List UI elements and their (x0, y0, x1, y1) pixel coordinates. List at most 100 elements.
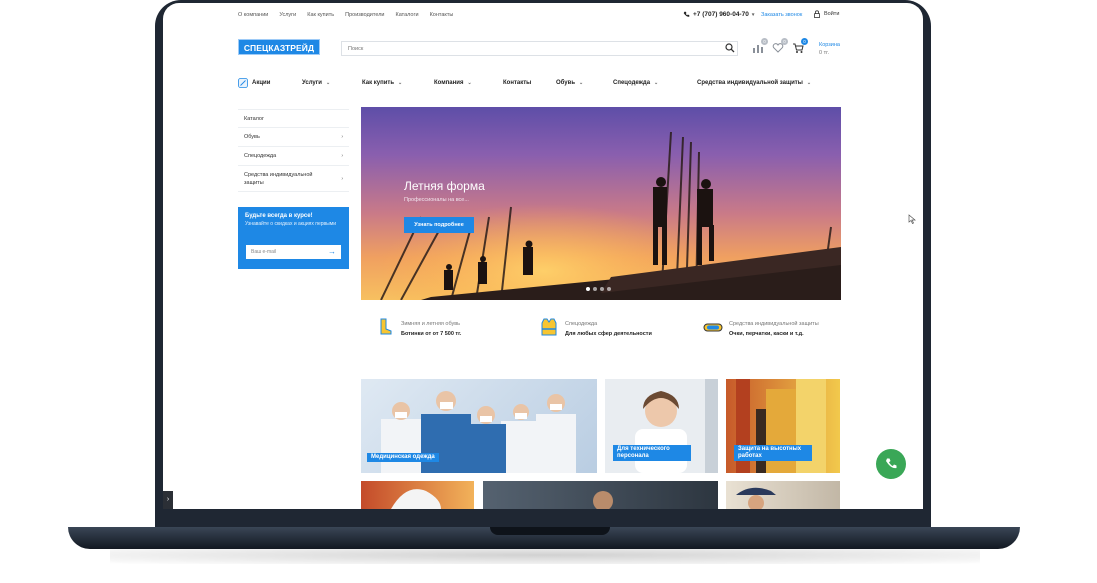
header: СПЕЦКАЗТРЕЙД 0 0 0 Корзина 0 тг. (163, 33, 923, 67)
feature-line1: Зимняя и летняя обувь (401, 321, 461, 327)
tile-label: Для технического персонала (613, 445, 691, 461)
features-row: Зимняя и летняя обувь Ботинки от от 7 50… (361, 315, 841, 345)
top-link-services[interactable]: Услуги (279, 12, 296, 18)
arrow-right-icon[interactable]: → (328, 245, 336, 259)
lock-icon (814, 10, 820, 18)
subscribe-title: Будьте всегда в курсе! (245, 213, 313, 219)
sidebar-item-catalog[interactable]: Каталог (238, 109, 349, 128)
email-field[interactable]: Ваш e-mail → (246, 245, 341, 259)
site-logo[interactable]: СПЕЦКАЗТРЕЙД (238, 39, 320, 55)
top-link-manufacturers[interactable]: Производители (345, 12, 384, 18)
nav-item-ppe[interactable]: Средства индивидуальной защиты ⌄ (697, 80, 811, 86)
feature-line2: Очки, перчатки, каски и т.д. (729, 331, 804, 337)
header-icons: 0 0 0 (752, 38, 808, 53)
cart-badge: 0 (801, 38, 808, 45)
callback-link[interactable]: Заказать звонок (761, 12, 802, 18)
category-tile-technical[interactable]: Для технического персонала (605, 379, 718, 473)
tile-label: Медицинская одежда (367, 453, 439, 462)
chevron-right-icon: › (341, 153, 343, 159)
nav-item-promotions[interactable]: Акции (238, 78, 302, 88)
main-nav: Акции Услуги ⌄ Как купить ⌄ Компания ⌄ Конт… (238, 76, 840, 90)
chevron-down-icon: ⌄ (398, 80, 403, 86)
top-link-catalogs[interactable]: Каталоги (395, 12, 418, 18)
hero-banner[interactable]: Летняя форма Профессионалы на все... Узн… (361, 107, 841, 300)
slider-dot[interactable] (593, 287, 597, 291)
nav-item-workwear[interactable]: Спецодежда ⌄ (613, 80, 697, 86)
top-link-about[interactable]: О компании (238, 12, 268, 18)
browser-screen: О компании Услуги Как купить Производите… (163, 3, 923, 509)
chevron-down-icon: ⌄ (467, 80, 472, 86)
nav-label: Контакты (503, 80, 532, 86)
learn-more-button[interactable]: Узнать подробнее (404, 217, 474, 233)
hero-title: Летняя форма (404, 179, 485, 193)
construction-workers-image (361, 107, 841, 300)
cart-summary[interactable]: Корзина 0 тг. (819, 41, 840, 57)
category-tile-workers[interactable] (483, 481, 718, 509)
category-tile-helmets[interactable] (361, 481, 474, 509)
subscribe-text: Узнавайте о скидках и акциях первыми (245, 221, 336, 227)
boot-icon (380, 318, 392, 335)
email-placeholder: Ваш e-mail (251, 249, 277, 255)
hero-subtitle: Профессионалы на все... (404, 197, 469, 203)
nav-item-contacts[interactable]: Контакты (503, 80, 556, 86)
sidebar-item-ppe[interactable]: Средства индивидуальной защиты › (238, 166, 349, 192)
chevron-right-icon: › (341, 134, 343, 140)
slider-dot[interactable] (586, 287, 590, 291)
feature-line2: Ботинки от от 7 500 тг. (401, 331, 462, 337)
login-button[interactable]: Войти (813, 10, 839, 18)
top-link-contacts[interactable]: Контакты (430, 12, 454, 18)
nav-item-company[interactable]: Компания ⌄ (434, 80, 503, 86)
nav-label: Акции (252, 80, 271, 86)
top-nav: О компании Услуги Как купить Производите… (238, 12, 453, 18)
favorites-button[interactable]: 0 (772, 38, 788, 53)
sidebar-item-footwear[interactable]: Обувь › (238, 128, 349, 147)
category-tile-caps[interactable] (726, 481, 840, 509)
nav-item-how-to-buy[interactable]: Как купить ⌄ (362, 80, 434, 86)
laptop-notch (490, 527, 610, 535)
compare-badge: 0 (761, 38, 768, 45)
sidebar-item-workwear[interactable]: Спецодежда › (238, 147, 349, 166)
cart-sum: 0 тг. (819, 50, 829, 56)
favorites-badge: 0 (781, 38, 788, 45)
vest-icon (541, 318, 557, 336)
chevron-down-icon: ▾ (751, 11, 755, 18)
login-label: Войти (824, 11, 840, 17)
top-link-how-to-buy[interactable]: Как купить (307, 12, 334, 18)
subscribe-box: Будьте всегда в курсе! Узнавайте о скидк… (238, 207, 349, 269)
nav-label: Средства индивидуальной защиты (697, 80, 803, 86)
phone-icon (886, 458, 897, 469)
cap-worker-image (736, 487, 776, 509)
goggles-icon (703, 323, 723, 332)
sidebar-item-label: Спецодежда (244, 153, 277, 159)
chevron-down-icon: ⌄ (654, 80, 659, 86)
slider-dots (586, 287, 611, 291)
nav-label: Как купить (362, 80, 395, 86)
chevron-down-icon: ⌄ (806, 80, 812, 86)
tile-label: Защита на высотных работах (734, 445, 812, 461)
slider-dot[interactable] (600, 287, 604, 291)
nav-item-services[interactable]: Услуги ⌄ (302, 80, 362, 86)
slider-dot[interactable] (607, 287, 611, 291)
nav-item-footwear[interactable]: Обувь ⌄ (556, 80, 613, 86)
sidebar-item-label: Обувь (244, 134, 260, 140)
search-icon[interactable] (725, 43, 735, 53)
search-input[interactable] (341, 41, 738, 56)
compare-button[interactable]: 0 (752, 38, 768, 53)
category-tile-medical[interactable]: Медицинская одежда (361, 379, 597, 473)
side-panel-toggle[interactable]: › (163, 491, 173, 509)
phone-number[interactable]: +7 (707) 960-04-70 ▾ (683, 11, 754, 18)
sidebar-item-label: Каталог (244, 115, 264, 122)
feature-line1: Спецодежда (565, 321, 598, 327)
nav-label: Спецодежда (613, 80, 651, 86)
chevron-down-icon: ⌄ (579, 80, 584, 86)
chevron-down-icon: ⌄ (325, 80, 331, 86)
cart-label: Корзина (819, 42, 840, 48)
catalog-sidebar: Каталог Обувь › Спецодежда › Средства ин… (238, 109, 349, 192)
feature-line1: Средства индивидуальной защиты (729, 321, 819, 327)
worker-image (593, 491, 613, 509)
category-tile-height-work[interactable]: Защита на высотных работах (726, 379, 840, 473)
whatsapp-button[interactable] (876, 449, 906, 479)
cart-button[interactable]: 0 (792, 38, 808, 53)
sidebar-item-label: Средства индивидуальной защиты (244, 171, 313, 186)
nav-label: Обувь (556, 80, 576, 86)
